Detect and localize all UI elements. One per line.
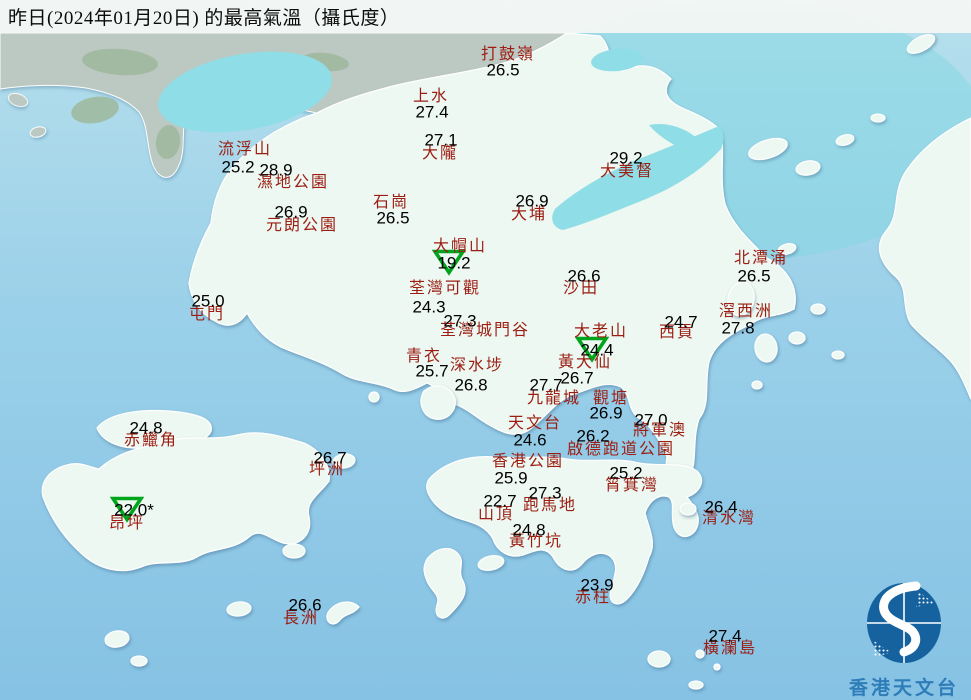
hong-kong-map: [0, 0, 971, 700]
page-title: 昨日(2024年01月20日) 的最高氣溫（攝氏度）: [8, 8, 400, 29]
title-bar: 昨日(2024年01月20日) 的最高氣溫（攝氏度）: [0, 0, 971, 33]
max-temperature-map-screenshot: 打鼓嶺 26.5 上水 27.4 大隴 27.1 大美督 29.2 流浮山 25.2 濕地公園 28.…: [0, 0, 971, 700]
hko-logo-icon: [867, 581, 941, 663]
hko-logo: 香港天文台 HONG KONG OBSERVATORY: [840, 581, 968, 700]
hko-logo-chinese-text: 香港天文台: [848, 678, 959, 699]
